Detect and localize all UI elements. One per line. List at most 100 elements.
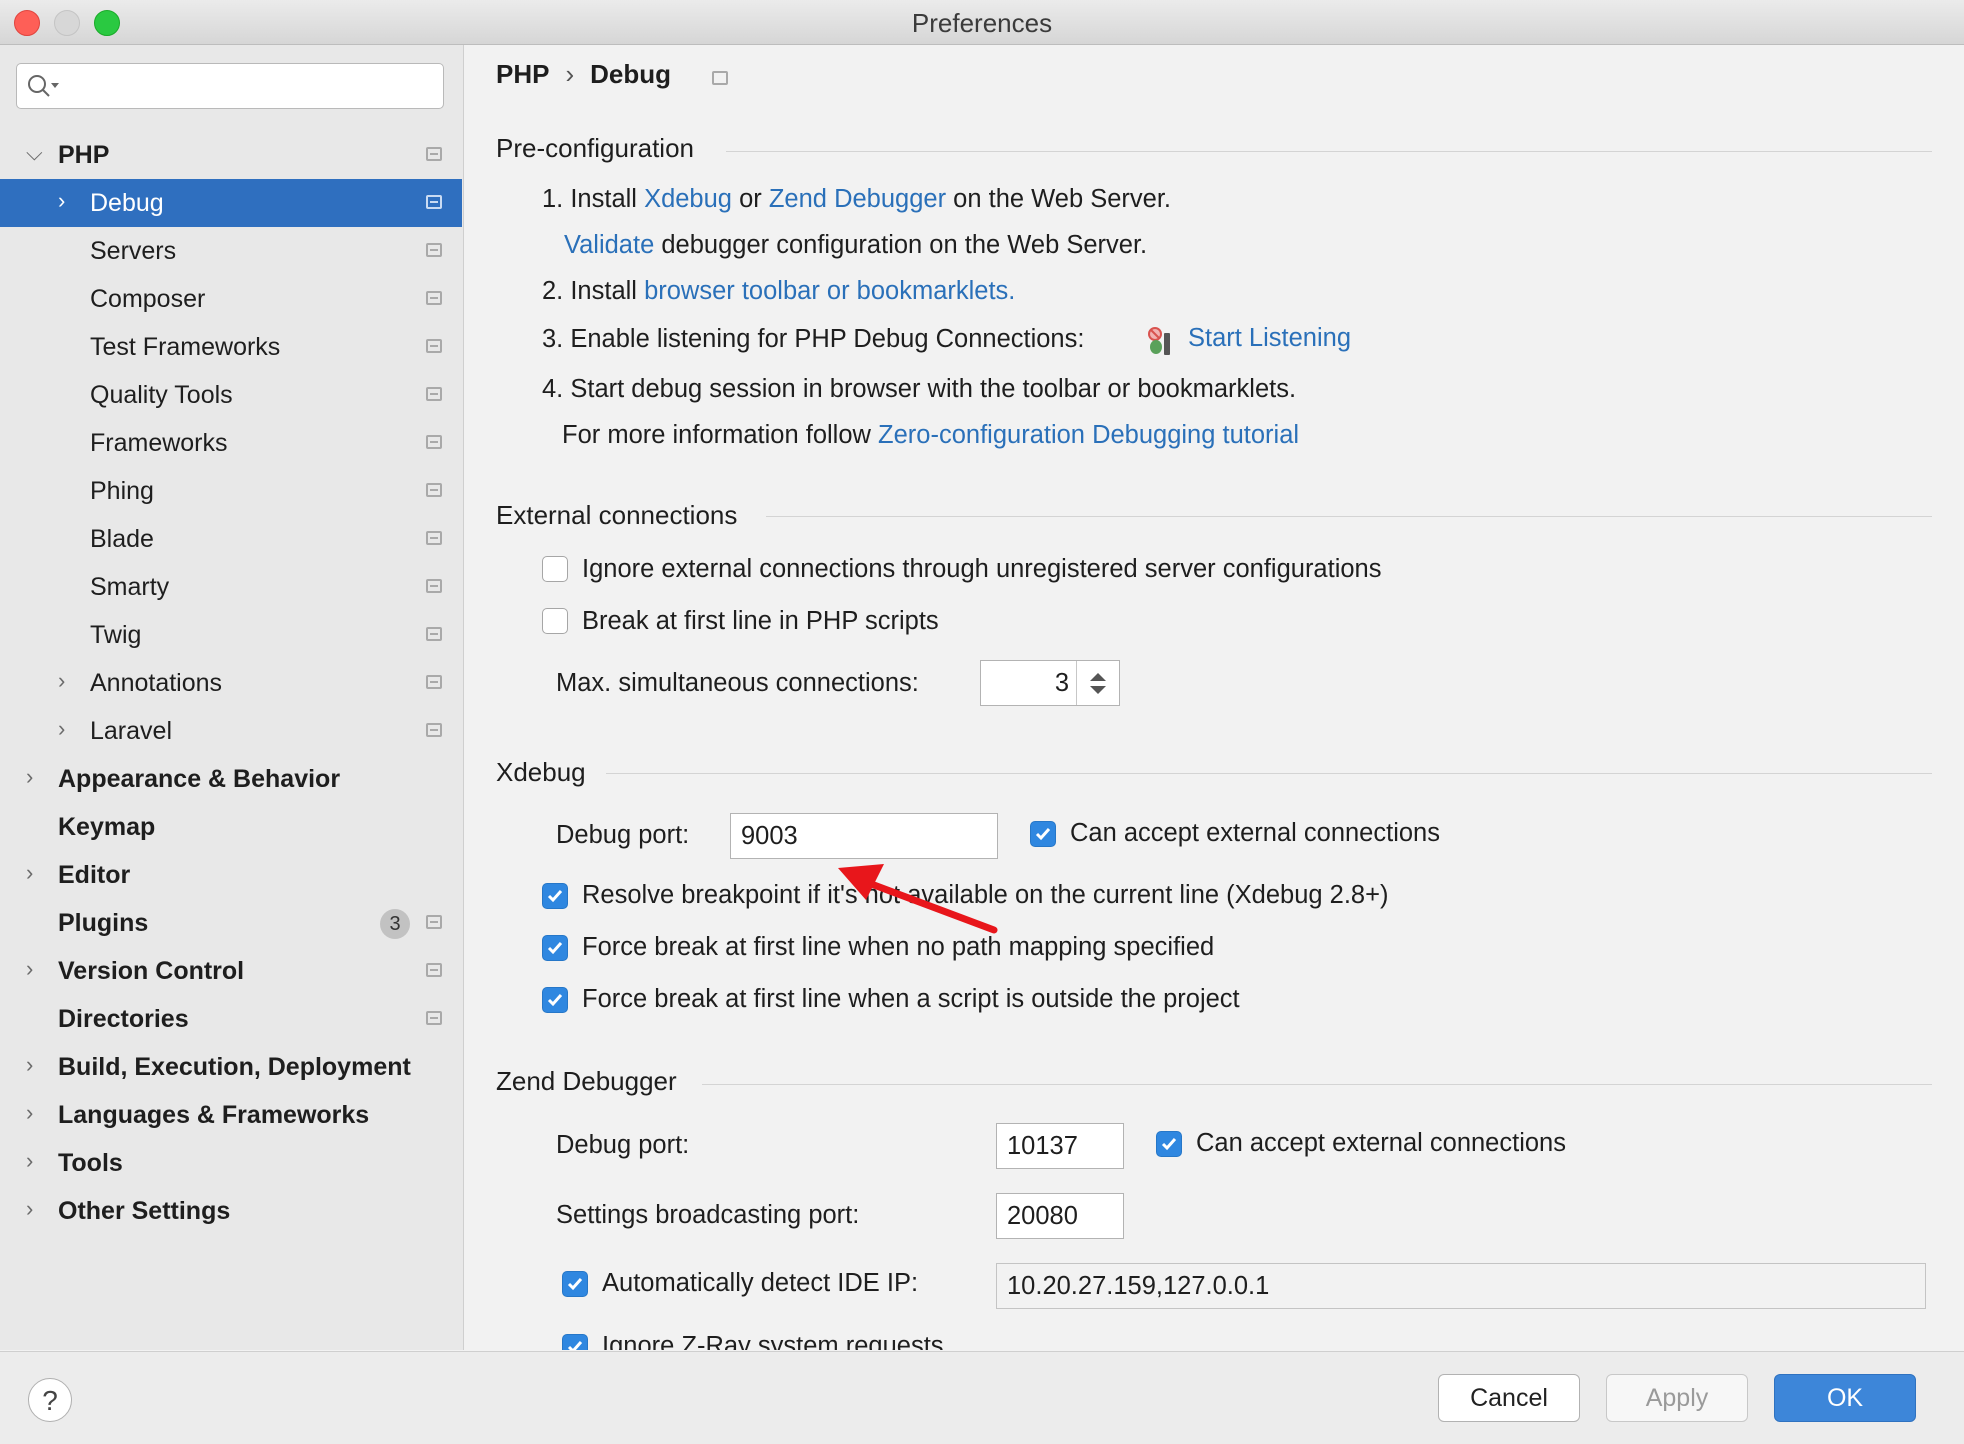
ignore-zray-checkbox[interactable] (562, 1334, 588, 1350)
sidebar-item-keymap[interactable]: Keymap (0, 803, 462, 851)
preferences-window: Preferences ⌵ PHP › Debug Servers Compos… (0, 0, 1964, 1444)
sidebar-item-appearance-behavior[interactable]: › Appearance & Behavior (0, 755, 462, 803)
sidebar-item-servers[interactable]: Servers (0, 227, 462, 275)
preconfig-step4: 4. Start debug session in browser with t… (542, 375, 1297, 403)
chevron-right-icon: › (26, 1100, 34, 1125)
break-first-line-checkbox[interactable] (542, 608, 568, 634)
project-level-icon (426, 291, 442, 305)
chevron-right-icon: › (26, 956, 34, 981)
cancel-button[interactable]: Cancel (1438, 1374, 1580, 1422)
sidebar-item-editor[interactable]: › Editor (0, 851, 462, 899)
title-bar: Preferences (0, 0, 1964, 45)
sidebar-item-test-frameworks[interactable]: Test Frameworks (0, 323, 462, 371)
annotation-arrow-icon (838, 864, 998, 934)
project-level-icon (426, 675, 442, 689)
breadcrumb-separator: › (565, 59, 575, 89)
ignore-external-connections-checkbox[interactable] (542, 556, 568, 582)
validate-link[interactable]: Validate (564, 231, 654, 259)
xdebug-accept-external-checkbox[interactable] (1030, 821, 1056, 847)
force-break-outside-project-label: Force break at first line when a script … (582, 985, 1240, 1013)
xdebug-accept-external-label: Can accept external connections (1070, 819, 1440, 847)
break-first-line-label: Break at first line in PHP scripts (582, 607, 939, 635)
project-level-icon (426, 723, 442, 737)
ignore-external-connections-label: Ignore external connections through unre… (582, 555, 1382, 583)
project-level-icon (426, 627, 442, 641)
project-level-icon (426, 147, 442, 161)
zend-accept-external-label: Can accept external connections (1196, 1129, 1566, 1157)
zend-port-input[interactable]: 10137 (996, 1123, 1124, 1169)
sidebar-item-composer[interactable]: Composer (0, 275, 462, 323)
breadcrumb: PHP › Debug (496, 59, 671, 90)
section-title-external: External connections (496, 500, 738, 530)
sidebar-item-twig[interactable]: Twig (0, 611, 462, 659)
settings-sidebar: ⌵ PHP › Debug Servers Composer Test Fram… (0, 45, 464, 1350)
browser-toolbar-link[interactable]: browser toolbar or bookmarklets. (644, 277, 1015, 305)
broadcast-port-label: Settings broadcasting port: (556, 1201, 860, 1229)
apply-button[interactable]: Apply (1606, 1374, 1748, 1422)
sidebar-item-plugins[interactable]: Plugins 3 (0, 899, 462, 947)
chevron-right-icon: › (26, 764, 34, 789)
max-connections-label: Max. simultaneous connections: (556, 669, 919, 697)
settings-search-input[interactable] (16, 63, 444, 109)
chevron-right-icon: › (26, 1148, 34, 1173)
section-title-xdebug: Xdebug (496, 757, 586, 787)
sidebar-item-phing[interactable]: Phing (0, 467, 462, 515)
sidebar-item-php[interactable]: ⌵ PHP (0, 131, 462, 179)
project-level-icon (426, 1011, 442, 1025)
help-button[interactable]: ? (28, 1378, 72, 1422)
preconfig-more-info: For more information follow Zero-configu… (562, 421, 1300, 449)
sidebar-item-languages-frameworks[interactable]: › Languages & Frameworks (0, 1091, 462, 1139)
sidebar-item-laravel[interactable]: › Laravel (0, 707, 462, 755)
detect-ide-ip-checkbox[interactable] (562, 1271, 588, 1297)
sidebar-item-annotations[interactable]: › Annotations (0, 659, 462, 707)
start-listening-icon[interactable] (1146, 325, 1174, 357)
project-level-icon (426, 963, 442, 977)
sidebar-item-tools[interactable]: › Tools (0, 1139, 462, 1187)
project-level-icon (426, 483, 442, 497)
sidebar-item-version-control[interactable]: › Version Control (0, 947, 462, 995)
resolve-breakpoint-checkbox[interactable] (542, 883, 568, 909)
ok-button[interactable]: OK (1774, 1374, 1916, 1422)
section-divider (606, 773, 1932, 774)
zend-accept-external-checkbox[interactable] (1156, 1131, 1182, 1157)
chevron-right-icon: › (26, 860, 34, 885)
chevron-right-icon: › (58, 188, 66, 213)
zend-port-label: Debug port: (556, 1131, 690, 1159)
breadcrumb-parent[interactable]: PHP (496, 59, 549, 89)
chevron-right-icon: › (26, 1052, 34, 1077)
sidebar-item-build-execution-deployment[interactable]: › Build, Execution, Deployment (0, 1043, 462, 1091)
project-level-icon (426, 387, 442, 401)
sidebar-item-blade[interactable]: Blade (0, 515, 462, 563)
project-level-icon (426, 531, 442, 545)
stepper-arrows-icon[interactable] (1076, 661, 1119, 705)
dialog-button-bar: ? Cancel Apply OK (0, 1351, 1964, 1444)
xdebug-port-input[interactable]: 9003 (730, 813, 998, 859)
breadcrumb-current: Debug (590, 59, 672, 89)
chevron-down-icon: ⌵ (26, 140, 43, 165)
project-level-icon (426, 579, 442, 593)
project-level-icon (426, 339, 442, 353)
sidebar-item-other-settings[interactable]: › Other Settings (0, 1187, 462, 1235)
xdebug-link[interactable]: Xdebug (644, 185, 732, 213)
preconfig-validate: Validate debugger configuration on the W… (564, 231, 1148, 259)
broadcast-port-input[interactable]: 20080 (996, 1193, 1124, 1239)
force-break-no-mapping-checkbox[interactable] (542, 935, 568, 961)
project-level-icon (712, 71, 728, 85)
section-title-preconfig: Pre-configuration (496, 133, 694, 163)
zero-config-tutorial-link[interactable]: Zero-configuration Debugging tutorial (878, 421, 1299, 449)
ide-ip-input[interactable]: 10.20.27.159,127.0.0.1 (996, 1263, 1926, 1309)
sidebar-item-frameworks[interactable]: Frameworks (0, 419, 462, 467)
sidebar-item-directories[interactable]: Directories (0, 995, 462, 1043)
max-connections-spinner[interactable]: 3 (980, 660, 1120, 706)
sidebar-item-smarty[interactable]: Smarty (0, 563, 462, 611)
preconfig-step2: 2. Install browser toolbar or bookmarkle… (542, 277, 1016, 305)
sidebar-item-quality-tools[interactable]: Quality Tools (0, 371, 462, 419)
chevron-right-icon: › (58, 716, 66, 741)
zend-debugger-link[interactable]: Zend Debugger (769, 185, 946, 213)
force-break-outside-project-checkbox[interactable] (542, 987, 568, 1013)
section-divider (702, 1084, 1932, 1085)
project-level-icon (426, 915, 442, 929)
start-listening-link[interactable]: Start Listening (1188, 324, 1351, 353)
max-connections-value: 3 (1054, 669, 1069, 697)
sidebar-item-debug[interactable]: › Debug (0, 179, 462, 227)
